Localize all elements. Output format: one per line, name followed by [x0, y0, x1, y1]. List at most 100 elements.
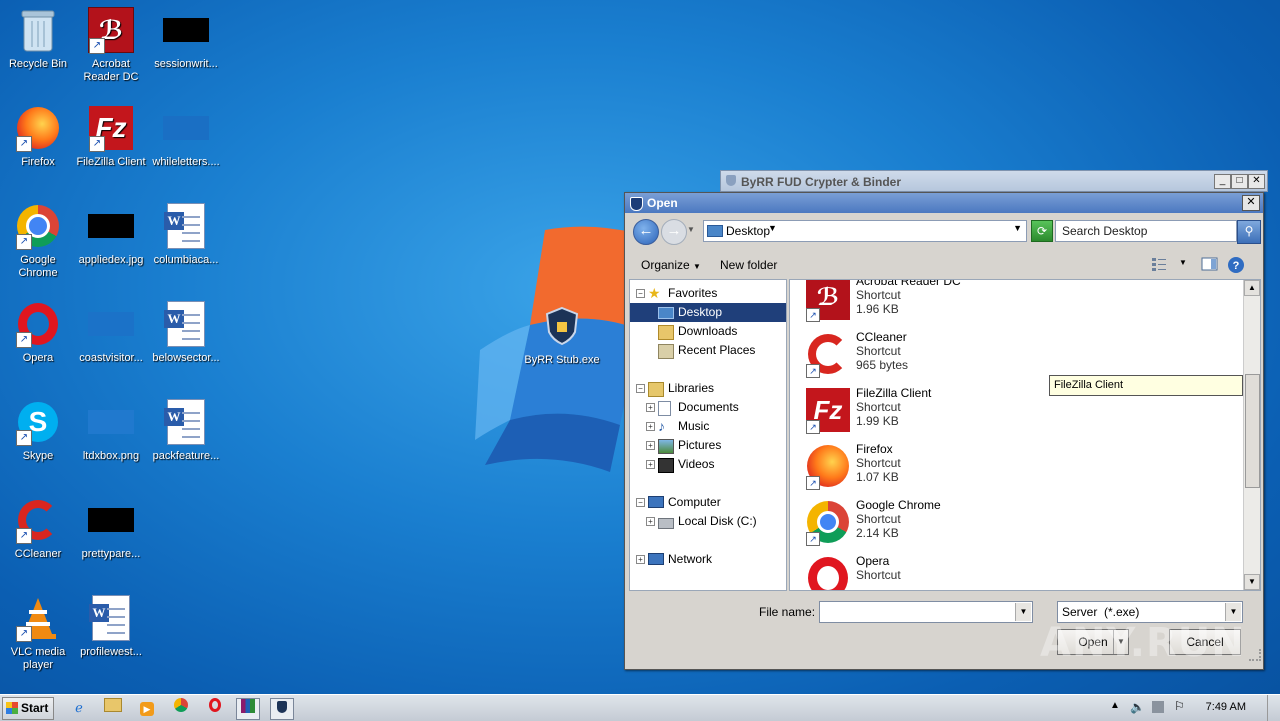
desktop-icon-recycle-bin[interactable]: Recycle Bin	[0, 6, 76, 71]
expand-icon[interactable]: +	[646, 403, 655, 412]
scroll-up-arrow-icon[interactable]: ▲	[1244, 280, 1260, 296]
desktop-icon-skype[interactable]: S ↗ Skype	[0, 398, 76, 463]
preview-pane-icon[interactable]	[1201, 256, 1219, 272]
collapse-icon[interactable]: −	[636, 289, 645, 298]
internet-explorer-icon[interactable]: ℯ	[68, 698, 90, 718]
chrome-taskbar-icon[interactable]	[170, 698, 192, 718]
file-item-chrome[interactable]: ↗ Google Chrome Shortcut 2.14 KB	[804, 498, 1204, 554]
refresh-button[interactable]: ⟳	[1031, 220, 1053, 242]
desktop-icon-firefox[interactable]: ↗ Firefox	[0, 104, 76, 169]
explorer-folder-icon[interactable]	[102, 698, 124, 718]
address-dropdown-icon[interactable]: ▼	[1013, 223, 1022, 233]
desktop-icon-vlc[interactable]: ↗ VLC media player	[0, 594, 76, 672]
file-item-acrobat[interactable]: ℬ ↗ Acrobat Reader DC Shortcut 1.96 KB	[804, 280, 1204, 330]
forward-button[interactable]: →	[661, 219, 687, 245]
desktop-icon-opera[interactable]: ↗ Opera	[0, 300, 76, 365]
dialog-titlebar[interactable]: Open ✕	[625, 193, 1263, 213]
desktop-icon-acrobat[interactable]: ℬ ↗ Acrobat Reader DC	[73, 6, 149, 84]
desktop-icon-label: Opera	[22, 352, 54, 364]
tree-item-recent-places[interactable]: Recent Places	[630, 341, 786, 360]
tree-item-favorites[interactable]: − ★ Favorites	[630, 284, 786, 303]
file-name-input[interactable]: ▼	[819, 601, 1033, 623]
desktop-icon-packfeature[interactable]: W packfeature...	[148, 398, 224, 463]
network-tray-icon[interactable]	[1152, 701, 1164, 713]
desktop-icon-byrr-stub[interactable]: ByRR Stub.exe	[524, 302, 600, 367]
address-bar[interactable]: Desktop ▼ ▼	[703, 220, 1027, 242]
tree-item-network[interactable]: + Network	[630, 550, 786, 569]
tree-item-pictures[interactable]: + Pictures	[630, 436, 786, 455]
desktop-icon-profilewest[interactable]: W profilewest...	[73, 594, 149, 659]
file-thumbnail-icon	[162, 104, 210, 152]
tree-item-local-disk[interactable]: + Local Disk (C:)	[630, 512, 786, 531]
tree-item-desktop[interactable]: Desktop	[630, 303, 786, 322]
collapse-icon[interactable]: −	[636, 498, 645, 507]
desktop-icon-appliedex[interactable]: appliedex.jpg	[73, 202, 149, 267]
tree-item-computer[interactable]: − Computer	[630, 493, 786, 512]
scrollbar-thumb[interactable]	[1245, 374, 1260, 488]
desktop-icon-prettypare[interactable]: prettypare...	[73, 496, 149, 561]
desktop-icon-belowsector[interactable]: W belowsector...	[148, 300, 224, 365]
shortcut-arrow-icon: ↗	[16, 430, 32, 446]
dialog-close-button[interactable]: ✕	[1242, 195, 1260, 211]
tree-item-videos[interactable]: + Videos	[630, 455, 786, 474]
resize-grip[interactable]	[1249, 649, 1261, 661]
file-type-dropdown-icon[interactable]: ▼	[1225, 603, 1241, 621]
open-button[interactable]: Open ▼	[1057, 629, 1129, 655]
file-type-select[interactable]: Server (*.exe) ▼	[1057, 601, 1243, 623]
minimize-button[interactable]: _	[1214, 174, 1231, 189]
desktop-icon-coastvisitor[interactable]: coastvisitor...	[73, 300, 149, 365]
opera-taskbar-icon[interactable]	[204, 698, 226, 718]
file-item-firefox[interactable]: ↗ Firefox Shortcut 1.07 KB	[804, 442, 1204, 498]
volume-icon[interactable]: 🔈	[1130, 700, 1145, 714]
desktop-icon-ccleaner[interactable]: ↗ CCleaner	[0, 496, 76, 561]
taskbar-clock[interactable]: 7:49 AM	[1206, 701, 1246, 713]
media-player-icon[interactable]: ▶	[136, 698, 158, 718]
file-name: CCleaner	[856, 330, 907, 344]
desktop-icon-chrome[interactable]: ↗ Google Chrome	[0, 202, 76, 280]
search-icon[interactable]: ⚲	[1237, 220, 1261, 244]
help-icon[interactable]: ?	[1227, 256, 1245, 273]
byrr-crypter-taskbar-icon[interactable]	[270, 698, 294, 720]
action-center-flag-icon[interactable]: ⚐	[1174, 699, 1185, 713]
file-item-opera[interactable]: Opera Shortcut	[804, 554, 1204, 590]
file-list-scrollbar[interactable]: ▲ ▼	[1243, 280, 1260, 590]
change-view-icon[interactable]	[1151, 256, 1169, 272]
expand-icon[interactable]: +	[636, 555, 645, 564]
scroll-down-arrow-icon[interactable]: ▼	[1244, 574, 1260, 590]
show-desktop-button[interactable]	[1267, 695, 1280, 721]
back-button[interactable]: ←	[633, 219, 659, 245]
desktop-icon-filezilla[interactable]: Fz ↗ FileZilla Client	[73, 104, 149, 169]
tree-item-downloads[interactable]: Downloads	[630, 322, 786, 341]
file-name: Opera	[856, 554, 890, 568]
recent-pages-dropdown-icon[interactable]: ▼	[687, 225, 695, 234]
expand-icon[interactable]: +	[646, 460, 655, 469]
background-window-titlebar[interactable]: ByRR FUD Crypter & Binder _ □ ✕	[720, 170, 1268, 192]
desktop-icon-whileletters[interactable]: whileletters....	[148, 104, 224, 169]
desktop-icon-ltdxbox[interactable]: ltdxbox.png	[73, 398, 149, 463]
organize-button[interactable]: Organize ▼	[641, 258, 701, 272]
star-icon: ★	[648, 285, 661, 301]
breadcrumb-chevron-icon[interactable]: ▼	[768, 223, 777, 233]
tooltip: FileZilla Client	[1049, 375, 1243, 396]
expand-icon[interactable]: +	[646, 517, 655, 526]
show-hidden-icons-icon[interactable]: ▲	[1110, 700, 1120, 711]
close-button[interactable]: ✕	[1248, 174, 1265, 189]
tree-item-libraries[interactable]: − Libraries	[630, 379, 786, 398]
tree-item-music[interactable]: + ♪ Music	[630, 417, 786, 436]
file-name-dropdown-icon[interactable]: ▼	[1015, 603, 1031, 621]
expand-icon[interactable]: +	[646, 422, 655, 431]
new-folder-button[interactable]: New folder	[720, 258, 777, 272]
winrar-taskbar-icon[interactable]	[236, 698, 260, 720]
desktop-icon-sessionwrit[interactable]: sessionwrit...	[148, 6, 224, 71]
tree-item-documents[interactable]: + Documents	[630, 398, 786, 417]
start-button[interactable]: Start	[2, 697, 54, 720]
firefox-icon: ↗	[14, 104, 62, 152]
expand-icon[interactable]: +	[646, 441, 655, 450]
search-input[interactable]: Search Desktop	[1055, 220, 1237, 242]
cancel-button[interactable]: Cancel	[1169, 629, 1241, 655]
open-split-arrow-icon[interactable]: ▼	[1113, 630, 1128, 654]
desktop-icon-columbiaca[interactable]: W columbiaca...	[148, 202, 224, 267]
view-options-dropdown-icon[interactable]: ▼	[1179, 258, 1187, 267]
collapse-icon[interactable]: −	[636, 384, 645, 393]
maximize-button[interactable]: □	[1231, 174, 1248, 189]
